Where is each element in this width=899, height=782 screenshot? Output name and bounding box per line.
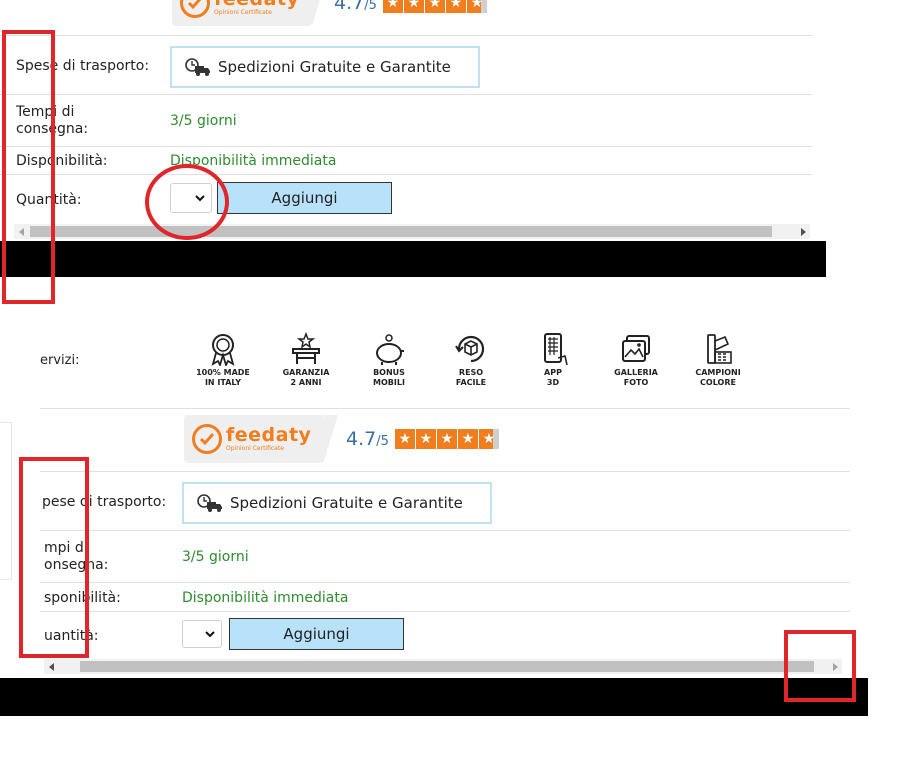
horizontal-scrollbar[interactable] bbox=[44, 659, 842, 674]
feedaty-subtitle: Opinioni Certificate bbox=[214, 9, 272, 16]
star-icon: ★ bbox=[415, 429, 436, 449]
side-panel-edge bbox=[0, 422, 12, 580]
service-easy-return[interactable]: RESO FACILE bbox=[436, 332, 506, 388]
delivery-truck-icon bbox=[185, 58, 210, 76]
service-bonus-mobili[interactable]: BONUS MOBILI bbox=[354, 332, 424, 388]
delivery-time-value: 3/5 giorni bbox=[182, 549, 249, 565]
return-box-icon bbox=[455, 335, 485, 363]
warranty-table-icon bbox=[292, 332, 320, 364]
rating-stars: ★ ★ ★ ★ ★ bbox=[382, 0, 488, 13]
color-swatch-icon bbox=[707, 334, 732, 364]
horizontal-scrollbar[interactable] bbox=[14, 224, 810, 239]
divider bbox=[0, 146, 812, 147]
feedaty-name: feedaty bbox=[226, 424, 312, 446]
divider bbox=[40, 611, 850, 612]
star-icon: ★ bbox=[436, 429, 457, 449]
scrollbar-thumb[interactable] bbox=[80, 661, 814, 672]
service-color-samples[interactable]: CAMPIONI COLORE bbox=[683, 332, 753, 388]
rating-stars: ★ ★ ★ ★ ★ bbox=[394, 429, 500, 449]
shipping-value: Spedizioni Gratuite e Garantite bbox=[218, 58, 451, 76]
star-icon: ★ bbox=[478, 429, 499, 449]
award-ribbon-icon bbox=[211, 334, 235, 366]
star-icon: ★ bbox=[445, 0, 466, 13]
quantity-select[interactable] bbox=[182, 620, 222, 648]
scroll-left-arrow-icon[interactable] bbox=[44, 659, 59, 674]
divider bbox=[40, 408, 850, 409]
feedaty-logo-box: feedaty Opinioni Certificate bbox=[172, 0, 326, 26]
star-icon: ★ bbox=[394, 429, 415, 449]
shipping-info-box: Spedizioni Gratuite e Garantite bbox=[170, 46, 480, 88]
feedaty-badge[interactable]: feedaty Opinioni Certificate 4.7/5 ★ ★ ★… bbox=[184, 415, 500, 463]
service-warranty[interactable]: GARANZIA 2 ANNI bbox=[271, 332, 341, 388]
feedaty-subtitle: Opinioni Certificate bbox=[226, 445, 284, 452]
star-icon: ★ bbox=[424, 0, 445, 13]
divider bbox=[40, 471, 850, 472]
add-to-cart-button[interactable]: Aggiungi bbox=[229, 618, 404, 650]
shipping-value: Spedizioni Gratuite e Garantite bbox=[230, 494, 463, 512]
star-icon: ★ bbox=[466, 0, 487, 13]
feedaty-badge[interactable]: feedaty Opinioni Certificate 4.7/5 ★ ★ ★… bbox=[172, 0, 488, 26]
feedaty-check-icon bbox=[180, 0, 210, 18]
annotation-highlight-box bbox=[784, 630, 856, 702]
feedaty-logo-box: feedaty Opinioni Certificate bbox=[184, 415, 338, 463]
black-bar bbox=[0, 678, 868, 716]
scroll-right-arrow-icon[interactable] bbox=[795, 224, 810, 239]
service-made-in-italy[interactable]: 100% MADE IN ITALY bbox=[188, 332, 258, 388]
annotation-highlight-box bbox=[2, 30, 55, 304]
feedaty-name: feedaty bbox=[214, 0, 299, 9]
shipping-info-box: Spedizioni Gratuite e Garantite bbox=[182, 482, 492, 524]
chevron-down-icon bbox=[205, 630, 215, 637]
photo-gallery-icon bbox=[622, 335, 650, 362]
product-panel-top: feedaty Opinioni Certificate 4.7/5 ★ ★ ★… bbox=[0, 0, 812, 240]
feedaty-score: 4.7/5 bbox=[346, 428, 389, 450]
star-icon: ★ bbox=[457, 429, 478, 449]
services-label: ervizi: bbox=[40, 353, 80, 368]
star-icon: ★ bbox=[382, 0, 403, 13]
divider bbox=[40, 530, 850, 531]
divider bbox=[40, 582, 850, 583]
star-icon: ★ bbox=[403, 0, 424, 13]
annotation-highlight-circle bbox=[145, 164, 229, 240]
phone-app-icon bbox=[544, 333, 568, 366]
divider bbox=[0, 35, 812, 36]
delivery-truck-icon bbox=[197, 494, 222, 512]
service-app-3d[interactable]: APP 3D bbox=[518, 332, 588, 388]
delivery-time-value: 3/5 giorni bbox=[170, 113, 237, 129]
feedaty-check-icon bbox=[192, 424, 222, 454]
feedaty-score: 4.7/5 bbox=[334, 0, 377, 14]
divider bbox=[0, 174, 812, 175]
divider bbox=[0, 94, 812, 95]
scrollbar-thumb[interactable] bbox=[30, 226, 772, 237]
service-photo-gallery[interactable]: GALLERIA FOTO bbox=[601, 332, 671, 388]
black-bar bbox=[0, 241, 826, 277]
availability-value: Disponibilità immediata bbox=[182, 590, 349, 606]
piggy-bank-icon bbox=[376, 334, 404, 365]
add-to-cart-button[interactable]: Aggiungi bbox=[217, 182, 392, 214]
product-panel-bottom: ervizi: 100% MADE IN ITALY GARANZIA 2 ANNI… bbox=[12, 300, 850, 678]
annotation-highlight-box bbox=[19, 457, 89, 658]
